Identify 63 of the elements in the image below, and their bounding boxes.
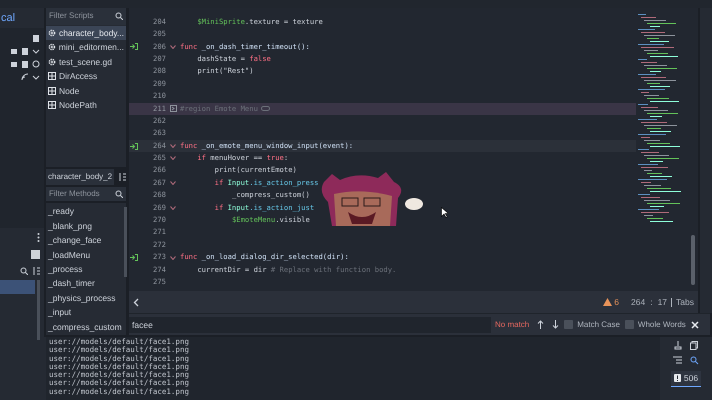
- close-icon[interactable]: [690, 320, 699, 328]
- signal-connection-icon[interactable]: [130, 142, 138, 150]
- code-editor[interactable]: [129, 8, 698, 291]
- search-icon: [115, 12, 123, 20]
- method-item[interactable]: _process: [46, 263, 124, 278]
- method-item[interactable]: _ready: [46, 205, 124, 220]
- find-result: No match: [495, 318, 530, 330]
- filter-scripts-field[interactable]: Filter Scripts: [46, 8, 126, 25]
- filter-methods-field[interactable]: Filter Methods: [46, 186, 126, 202]
- script-item[interactable]: test_scene.gd: [46, 54, 126, 70]
- clear-icon[interactable]: [674, 341, 682, 350]
- search-icon[interactable]: [20, 267, 28, 275]
- chevron-icon[interactable]: [32, 47, 40, 55]
- dock-tab[interactable]: cal: [0, 10, 16, 26]
- search-icon[interactable]: [690, 356, 699, 365]
- up-arrow-icon[interactable]: [537, 320, 544, 329]
- indent-mode[interactable]: Tabs: [676, 296, 694, 308]
- list-icon[interactable]: [673, 356, 682, 364]
- method-item[interactable]: _dash_timer: [46, 277, 124, 292]
- script-item[interactable]: DirAccess: [46, 69, 126, 84]
- sort-icon[interactable]: [32, 267, 40, 275]
- warning-count[interactable]: 6: [614, 296, 619, 308]
- script-item[interactable]: Node: [46, 84, 126, 98]
- method-item[interactable]: _change_face: [46, 234, 124, 249]
- option-checkbox[interactable]: Whole Words: [624, 318, 686, 330]
- column-number: 17: [658, 296, 668, 308]
- sort-icon[interactable]: [118, 172, 126, 181]
- method-item[interactable]: _physics_process: [46, 292, 124, 306]
- script-item[interactable]: NodePath: [46, 98, 126, 113]
- class-icon: [48, 86, 56, 95]
- mouse-cursor-icon: [441, 207, 448, 218]
- square-icon[interactable]: [31, 250, 40, 258]
- search-icon: [115, 190, 123, 198]
- error-filter-button[interactable]: 506: [670, 371, 702, 387]
- scrollbar[interactable]: [124, 207, 127, 278]
- link-icon: [260, 106, 270, 112]
- class-icon: [48, 72, 56, 80]
- chevron-left-icon[interactable]: [133, 298, 139, 306]
- find-field[interactable]: facee: [129, 316, 491, 332]
- eye-icon[interactable]: [32, 60, 40, 68]
- error-icon: [674, 374, 681, 382]
- script-item[interactable]: character_body...: [46, 26, 126, 40]
- signal-icon[interactable]: [21, 73, 29, 81]
- method-item[interactable]: _compress_custom: [46, 320, 124, 335]
- script-item[interactable]: mini_editormen...: [46, 40, 126, 55]
- folded-region-icon[interactable]: [170, 105, 176, 112]
- more-icon[interactable]: [37, 232, 40, 242]
- class-icon: [48, 101, 56, 110]
- signal-connection-icon[interactable]: [130, 254, 138, 262]
- line-number: 264: [631, 296, 646, 308]
- signal-connection-icon[interactable]: [130, 43, 138, 50]
- chevron-icon[interactable]: [32, 73, 40, 81]
- copy-icon[interactable]: [690, 341, 698, 350]
- script-title: character_body_2: [46, 168, 114, 185]
- down-arrow-icon[interactable]: [552, 320, 560, 329]
- separator-text: :: [650, 296, 653, 308]
- method-item[interactable]: _blank_png: [46, 220, 124, 234]
- warning-icon[interactable]: [603, 298, 612, 306]
- scrollbar[interactable]: [691, 235, 695, 285]
- option-checkbox[interactable]: Match Case: [564, 318, 620, 330]
- method-item[interactable]: _input: [46, 306, 124, 321]
- scrollbar[interactable]: [37, 280, 40, 340]
- method-item[interactable]: _loadMenu: [46, 248, 124, 264]
